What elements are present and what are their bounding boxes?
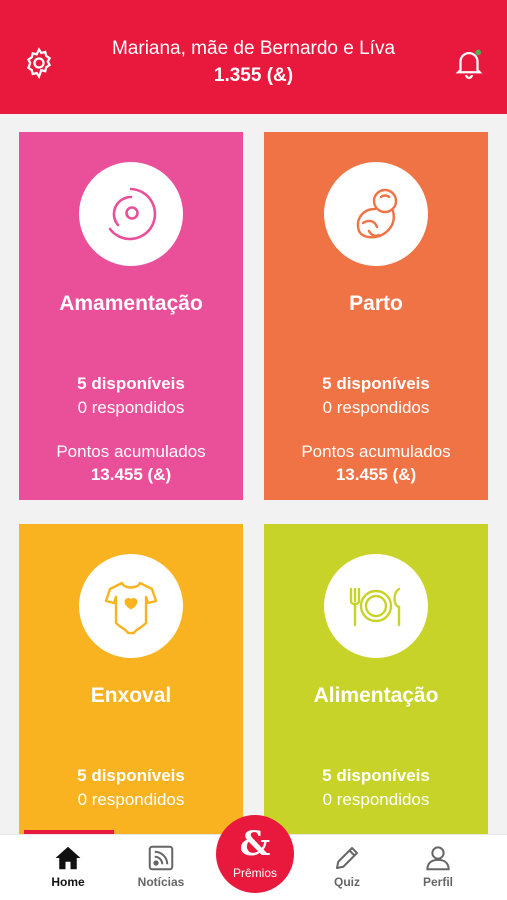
user-greeting: Mariana, mãe de Bernardo e Líva [111, 38, 396, 59]
gear-icon[interactable] [22, 46, 56, 80]
card-available: 5 disponíveis [77, 766, 185, 785]
breastfeeding-icon [108, 187, 157, 241]
card-answered: 0 respondidos [77, 790, 185, 809]
card-icon-circle [79, 554, 183, 658]
nav-premios-label: Prêmios [232, 866, 277, 880]
home-icon [55, 846, 81, 870]
user-points: 1.355 (&) [213, 65, 294, 86]
card-parto[interactable]: Parto 5 disponíveis 0 respondidos Pontos… [264, 132, 488, 500]
card-icon-circle [79, 162, 183, 266]
category-grid: Amamentação 5 disponíveis 0 respondidos … [0, 114, 507, 834]
nav-perfil-label: Perfil [422, 875, 453, 889]
card-accumulated-label: Pontos acumulados [301, 442, 451, 461]
pencil-icon [336, 847, 358, 869]
card-alimentacao[interactable]: Alimentação 5 disponíveis 0 respondidos [264, 524, 488, 834]
nav-quiz-label: Quiz [334, 875, 360, 889]
bell-icon[interactable] [452, 46, 486, 80]
card-answered: 0 respondidos [77, 398, 185, 417]
card-title: Enxoval [90, 684, 172, 707]
card-enxoval[interactable]: Enxoval 5 disponíveis 0 respondidos [19, 524, 243, 834]
card-available: 5 disponíveis [322, 374, 430, 393]
fetus-icon [356, 188, 398, 239]
nav-quiz[interactable]: Quiz [307, 835, 387, 900]
nav-noticias-label: Notícias [137, 875, 185, 889]
baby-bodysuit-icon [104, 581, 158, 635]
nav-perfil[interactable]: Perfil [398, 835, 478, 900]
card-accumulated-value: 13.455 (&) [335, 465, 417, 484]
app-header: Mariana, mãe de Bernardo e Líva 1.355 (&… [0, 0, 507, 114]
user-icon [426, 846, 450, 871]
card-icon-circle [324, 162, 428, 266]
card-accumulated-value: 13.455 (&) [90, 465, 172, 484]
card-accumulated-label: Pontos acumulados [56, 442, 206, 461]
nav-premios-button[interactable]: & Prêmios [216, 815, 294, 893]
plate-cutlery-icon [349, 587, 401, 627]
card-title: Amamentação [59, 292, 203, 315]
card-answered: 0 respondidos [322, 790, 430, 809]
ampersand-icon: & [239, 824, 271, 864]
card-amamentacao[interactable]: Amamentação 5 disponíveis 0 respondidos … [19, 132, 243, 500]
nav-noticias[interactable]: Notícias [121, 835, 201, 900]
card-icon-circle [324, 554, 428, 658]
card-available: 5 disponíveis [322, 766, 430, 785]
card-answered: 0 respondidos [322, 398, 430, 417]
card-title: Parto [349, 292, 403, 315]
nav-home-label: Home [51, 875, 85, 889]
news-icon [148, 845, 174, 871]
nav-home[interactable]: Home [28, 835, 108, 900]
card-title: Alimentação [313, 684, 439, 707]
card-available: 5 disponíveis [77, 374, 185, 393]
